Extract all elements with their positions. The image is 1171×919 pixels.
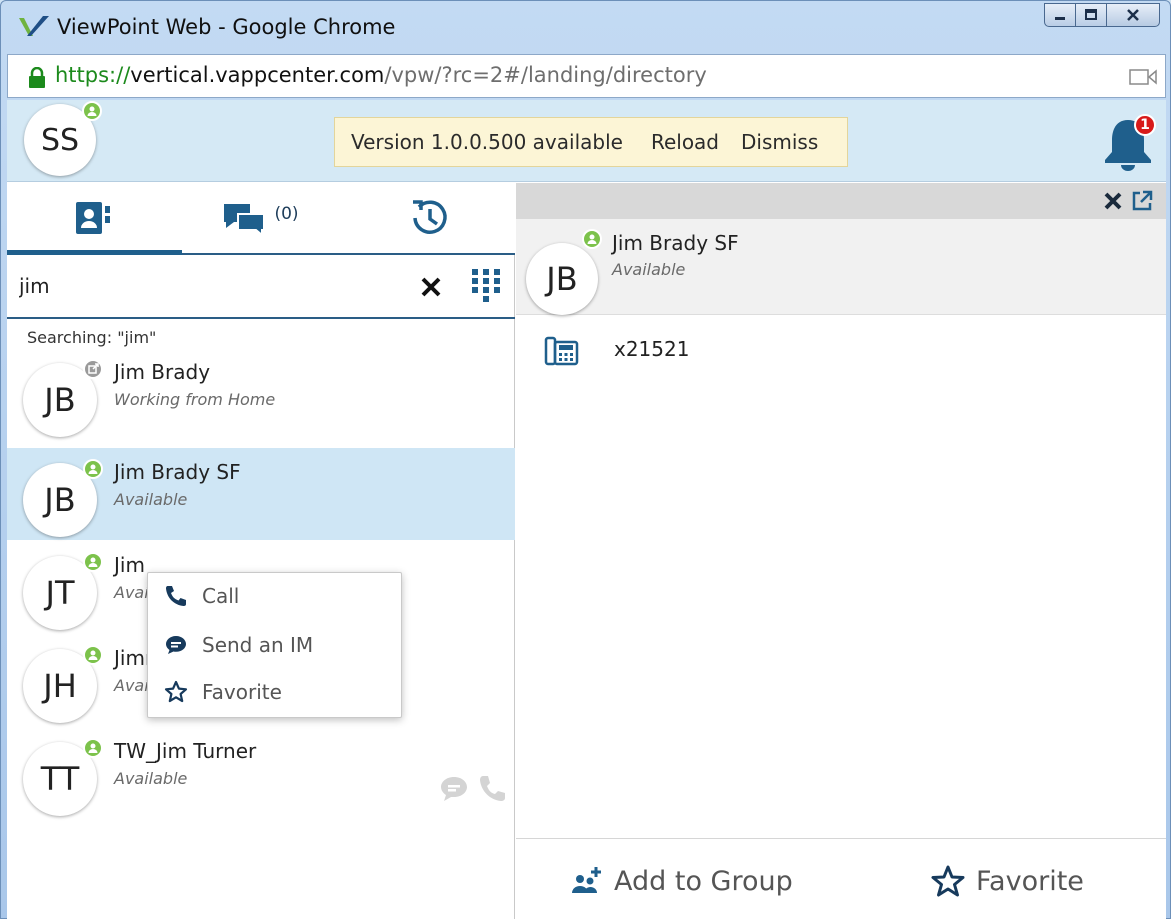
away-presence-icon <box>83 359 103 379</box>
maximize-button[interactable] <box>1075 3 1107 27</box>
user-initials: SS <box>40 122 80 158</box>
app-header: SS Version 1.0.0.500 available Reload Di… <box>7 100 1166 182</box>
menu-item-send-im-label: Send an IM <box>202 633 314 657</box>
contact-initials: JT <box>45 574 75 612</box>
available-presence-icon <box>83 645 103 665</box>
menu-item-call[interactable]: Call <box>148 573 401 619</box>
menu-item-favorite[interactable]: Favorite <box>148 669 401 715</box>
lock-icon <box>29 67 45 88</box>
update-message: Version 1.0.0.500 available <box>351 130 623 154</box>
user-presence-icon <box>82 101 102 121</box>
contact-initials: JH <box>43 667 77 705</box>
tab-history[interactable] <box>345 183 514 253</box>
tab-directory[interactable] <box>7 183 182 255</box>
minimize-icon <box>1055 17 1065 20</box>
viewpoint-logo-icon <box>19 16 49 36</box>
url-host: vertical.vappcenter.com <box>130 63 385 87</box>
contact-initials: JB <box>44 381 76 419</box>
contact-initials: JB <box>44 481 76 519</box>
notification-count-badge: 1 <box>1134 114 1156 136</box>
contact-detail-panel: JB Jim Brady SF Available x21521 Add to … <box>516 183 1166 919</box>
extension-row[interactable]: x21521 <box>516 315 1166 385</box>
favorite-button[interactable]: Favorite <box>930 861 1084 901</box>
main-tabs: (0) <box>7 183 515 255</box>
close-panel-icon[interactable] <box>1102 190 1124 212</box>
call-icon[interactable] <box>477 773 507 803</box>
chat-icon <box>166 636 186 654</box>
available-presence-icon <box>83 552 103 572</box>
window-controls <box>1044 3 1160 27</box>
url-text[interactable]: https://vertical.vappcenter.com/vpw/?rc=… <box>55 63 707 87</box>
available-presence-icon <box>83 738 103 758</box>
dialpad-icon[interactable] <box>469 267 503 307</box>
url-path: /vpw/?rc=2#/landing/directory <box>384 63 707 87</box>
minimize-button[interactable] <box>1044 3 1076 27</box>
contact-name: Jim Brady <box>114 360 211 384</box>
add-to-group-button[interactable]: Add to Group <box>568 861 793 901</box>
contact-initials: TT <box>40 760 80 798</box>
reload-button[interactable]: Reload <box>651 130 719 154</box>
add-group-icon <box>572 867 601 893</box>
detail-footer: Add to Group Favorite <box>516 838 1166 919</box>
add-to-group-label: Add to Group <box>614 865 793 897</box>
available-presence-icon <box>582 229 602 249</box>
window-title: ViewPoint Web - Google Chrome <box>57 15 396 39</box>
maximize-icon <box>1085 9 1097 20</box>
search-row <box>7 255 515 319</box>
left-panel: (0) jim Searching: "jim" JB Jim Brady Wo… <box>7 183 515 919</box>
detail-avatar: JB <box>526 243 598 315</box>
clear-search-icon[interactable] <box>419 275 443 299</box>
star-outline-icon <box>164 680 188 703</box>
star-outline-icon <box>931 865 965 897</box>
detail-toolbar <box>516 183 1166 219</box>
camera-icon[interactable] <box>1129 67 1157 87</box>
search-input[interactable] <box>19 269 399 303</box>
title-bar: ViewPoint Web - Google Chrome <box>1 1 1170 51</box>
available-presence-icon <box>83 459 103 479</box>
menu-item-send-im[interactable]: Send an IM <box>148 622 401 668</box>
menu-item-call-label: Call <box>202 584 240 608</box>
contact-row-selected[interactable]: JB Jim Brady SF Available <box>7 448 515 540</box>
contact-status: Working from Home <box>114 390 276 409</box>
chat-bubbles-icon <box>224 204 266 236</box>
row-quick-actions <box>439 773 507 803</box>
detail-header: JB Jim Brady SF Available <box>516 219 1166 315</box>
desk-phone-icon <box>544 336 579 366</box>
history-icon <box>412 200 447 234</box>
phone-icon <box>166 586 186 606</box>
extension-number: x21521 <box>614 337 690 361</box>
close-icon <box>1127 9 1139 21</box>
contact-name: TW_Jim Turner <box>114 739 257 763</box>
menu-item-favorite-label: Favorite <box>202 680 282 704</box>
tab-chats[interactable]: (0) <box>176 183 345 253</box>
detail-status: Available <box>612 260 686 279</box>
directory-icon <box>75 202 110 234</box>
browser-window: ViewPoint Web - Google Chrome https://ve… <box>0 0 1171 919</box>
update-banner: Version 1.0.0.500 available Reload Dismi… <box>334 117 848 167</box>
dismiss-button[interactable]: Dismiss <box>741 130 818 154</box>
send-im-icon[interactable] <box>439 773 469 803</box>
address-bar[interactable]: https://vertical.vappcenter.com/vpw/?rc=… <box>7 54 1166 98</box>
contact-context-menu: Call Send an IM Favorite <box>147 572 402 718</box>
favorite-label: Favorite <box>976 865 1084 897</box>
close-window-button[interactable] <box>1106 3 1160 27</box>
contact-name: Jim <box>114 553 145 577</box>
contact-status: Available <box>114 490 188 509</box>
contact-row[interactable]: JB Jim Brady Working from Home <box>7 348 515 440</box>
url-scheme: https:// <box>55 63 131 87</box>
chat-count: (0) <box>274 204 299 224</box>
contact-status: Avai <box>114 583 149 602</box>
contact-row[interactable]: TT TW_Jim Turner Available <box>7 727 515 819</box>
contact-status: Available <box>114 769 188 788</box>
viewpoint-app: SS Version 1.0.0.500 available Reload Di… <box>7 100 1166 919</box>
detail-name: Jim Brady SF <box>612 231 739 255</box>
search-status: Searching: "jim" <box>27 328 157 347</box>
popout-icon[interactable] <box>1130 189 1154 213</box>
contact-name: Jim Brady SF <box>114 460 241 484</box>
detail-initials: JB <box>546 260 578 298</box>
